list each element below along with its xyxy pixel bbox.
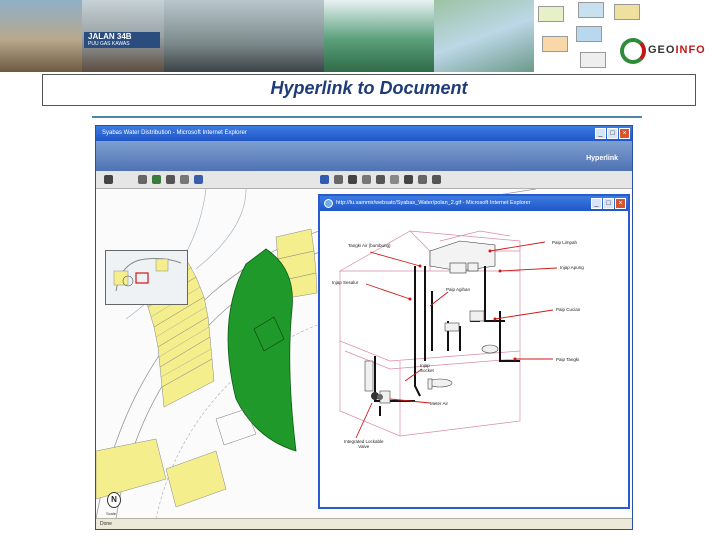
compass-icon: N [107,492,121,508]
label-injap-soket: Injap Socket [420,363,434,373]
status-text: Done [100,521,112,527]
popup-browser-window[interactable]: http://lu.sammir/websatc/Syabas_Water/po… [318,194,630,509]
ie-icon [324,199,333,208]
map-toolbar [96,171,632,189]
toolbar-button-11[interactable] [376,175,385,184]
toolbar-button-3[interactable] [152,175,161,184]
banner-photo-valves [164,0,324,72]
logo-ring-icon [620,38,646,64]
label-paip-limpah: Paip Limpah [552,240,578,245]
label-meter-air: Meter Air [430,401,449,406]
plumbing-diagram-canvas [338,230,558,439]
main-window-title: Syabas Water Distribution - Microsoft In… [102,130,247,136]
toolbar-button-10[interactable] [362,175,371,184]
label-paip-agihan: Paip Agihan [446,287,471,292]
main-window-titlebar[interactable]: Syabas Water Distribution - Microsoft In… [96,126,632,141]
banner: JALAN 34B PUU GAS KAWAS GEOINFO [0,0,720,72]
scale-label: Scale [106,511,117,516]
maximize-icon[interactable]: □ [607,128,618,139]
label-integrated-valve: Integrated Lockable Valve [344,439,384,449]
label-injap-sesalur: Injap Sesalur [332,280,359,285]
banner-photo-reservoir [434,0,534,72]
toolbar-button-12[interactable] [390,175,399,184]
geoinfo-logo: GEOINFO [618,36,718,66]
popup-window-titlebar[interactable]: http://lu.sammir/websatc/Syabas_Water/po… [320,196,628,211]
slide-title: Hyperlink to Document [270,78,468,98]
main-status-bar: Done [96,518,632,529]
street-sign-subtext: PUU GAS KAWAS [88,41,130,47]
toolbar-button-6[interactable] [194,175,203,184]
toolbar-button-7[interactable] [320,175,329,184]
toolbar-button-1[interactable] [104,175,113,184]
label-tangki-air: Tangki Air (bumbung) [348,243,391,248]
plumbing-diagram: Tangki Air (bumbung) Paip Limpah Injap A… [320,211,628,507]
toolbar-button-2[interactable] [138,175,147,184]
close-icon[interactable]: × [619,128,630,139]
popup-maximize-icon[interactable]: □ [603,198,614,209]
label-injap-apung: Injap Apung [560,265,584,270]
toolbar-button-13[interactable] [404,175,413,184]
label-paip-cucian: Paip Cucian [556,307,581,312]
toolbar-button-14[interactable] [418,175,427,184]
popup-minimize-icon[interactable]: _ [591,198,602,209]
toolbar-button-4[interactable] [166,175,175,184]
slide-title-box: Hyperlink to Document [42,74,696,106]
minimize-icon[interactable]: _ [595,128,606,139]
toolbar-button-5[interactable] [180,175,189,184]
logo-text-accent: INFO [675,44,706,56]
popup-window-title: http://lu.sammir/websatc/Syabas_Water/po… [336,200,531,206]
street-sign-text: JALAN 34B [88,32,132,41]
logo-text: GEO [648,44,676,56]
overview-map[interactable] [105,250,188,305]
hyperlink-header-label: Hyperlink [586,155,618,162]
app-header: Hyperlink [96,141,632,171]
banner-photo-street: JALAN 34B PUU GAS KAWAS [82,0,164,72]
popup-close-icon[interactable]: × [615,198,626,209]
label-paip-tangki: Paip Tangki [556,357,580,362]
toolbar-button-15[interactable] [432,175,441,184]
banner-photo-forest [324,0,434,72]
banner-photo-workers [0,0,82,72]
street-sign: JALAN 34B PUU GAS KAWAS [84,32,160,48]
toolbar-button-8[interactable] [334,175,343,184]
divider [92,116,642,118]
toolbar-button-9[interactable] [348,175,357,184]
